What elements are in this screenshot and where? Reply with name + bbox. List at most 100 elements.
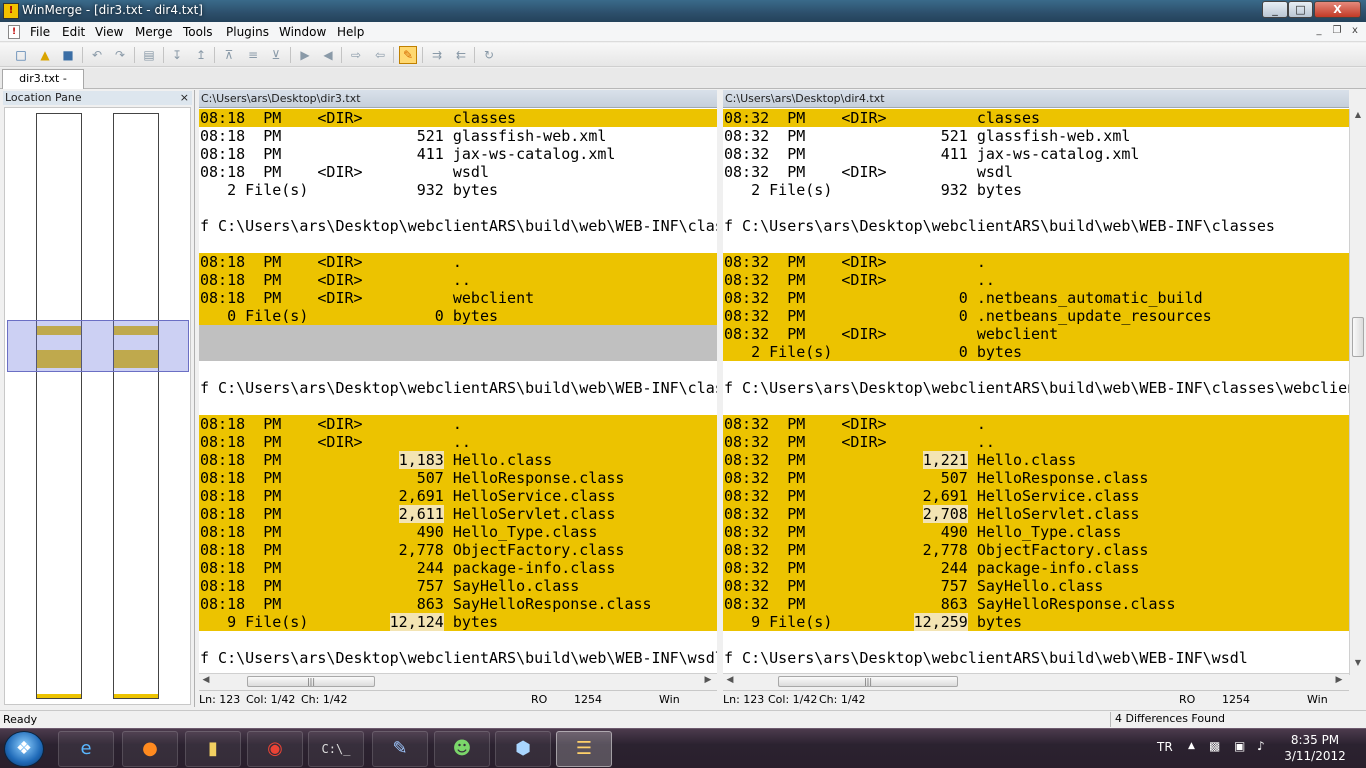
maximize-button[interactable]: □	[1288, 1, 1313, 18]
winmerge-icon[interactable]: ☰	[556, 731, 612, 767]
minimize-button[interactable]: _	[1262, 1, 1288, 18]
right-horizontal-scrollbar[interactable]: ◀ ||| ▶	[723, 673, 1349, 688]
title-bar: ! WinMerge - [dir3.txt - dir4.txt] _ □ X	[0, 0, 1366, 22]
location-viewport[interactable]	[7, 320, 189, 372]
explorer-folder-icon[interactable]: ▮	[185, 731, 241, 767]
changed-word-highlight: 1,183	[398, 451, 444, 469]
codepage-indicator: 1254	[1222, 693, 1250, 706]
open-icon[interactable]: ▲	[36, 46, 54, 64]
options-icon[interactable]: ▤	[140, 46, 158, 64]
text-line: 9 File(s) 12,259 bytes	[723, 613, 1349, 631]
menu-merge[interactable]: Merge	[131, 24, 176, 40]
new-icon[interactable]: □	[12, 46, 30, 64]
left-diff-pane: C:\Users\ars\Desktop\dir3.txt 08:18 PM <…	[199, 90, 717, 707]
show-hidden-icons-icon[interactable]: ▲	[1188, 741, 1195, 751]
vertical-scrollbar[interactable]: ▲ ▼	[1349, 109, 1365, 675]
mdi-minimize-button[interactable]: _	[1311, 25, 1327, 39]
text-line: f C:\Users\ars\Desktop\webclientARS\buil…	[724, 217, 1275, 235]
device-icon[interactable]: ▩	[1209, 739, 1220, 753]
network-icon[interactable]: ▣	[1234, 739, 1245, 753]
scroll-left-icon[interactable]: ◀	[200, 675, 212, 685]
left-text-area[interactable]: 08:18 PM <DIR> classes 08:18 PM 521 glass…	[199, 109, 717, 675]
firefox-icon[interactable]: ●	[122, 731, 178, 767]
changed-word-highlight: 2,708	[922, 505, 968, 523]
scroll-left-icon[interactable]: ◀	[724, 675, 736, 685]
tab-dir3-dir4[interactable]: dir3.txt - dir4.txt	[2, 69, 84, 103]
language-indicator[interactable]: TR	[1157, 740, 1173, 754]
start-button[interactable]: ❖	[4, 731, 44, 767]
text-line: 08:32 PM <DIR> wsdl	[724, 163, 1013, 181]
text-line: 2 File(s) 932 bytes	[200, 181, 499, 199]
scroll-right-icon[interactable]: ▶	[702, 675, 714, 685]
scroll-thumb[interactable]	[1352, 317, 1364, 357]
right-file-path: C:\Users\ars\Desktop\dir4.txt	[723, 90, 1349, 108]
people-icon[interactable]: ☻	[434, 731, 490, 767]
scroll-thumb[interactable]: |||	[247, 676, 375, 687]
location-pane: Location Pane ×	[0, 90, 195, 707]
menu-view[interactable]: View	[91, 24, 127, 40]
copy-left-advance-icon[interactable]: ⇦	[371, 46, 389, 64]
scroll-right-icon[interactable]: ▶	[1333, 675, 1345, 685]
differences-count: 4 Differences Found	[1110, 712, 1350, 727]
clock[interactable]: 8:35 PM 3/11/2012	[1280, 732, 1350, 764]
right-text-area[interactable]: 08:32 PM <DIR> classes 08:32 PM 521 glass…	[723, 109, 1349, 675]
internet-explorer-icon[interactable]: e	[58, 731, 114, 767]
char-indicator: Ch: 1/42	[301, 693, 348, 706]
right-diff-pane: C:\Users\ars\Desktop\dir4.txt 08:32 PM <…	[723, 90, 1349, 707]
options-edit-icon[interactable]: ✎	[399, 46, 417, 64]
all-left-icon[interactable]: ⇇	[452, 46, 470, 64]
volume-icon[interactable]: ♪	[1257, 739, 1265, 753]
window-title: WinMerge - [dir3.txt - dir4.txt]	[22, 3, 203, 17]
location-bar-left[interactable]	[36, 113, 82, 699]
menu-window[interactable]: Window	[275, 24, 330, 40]
location-pane-canvas[interactable]	[4, 107, 191, 705]
location-pane-header: Location Pane ×	[3, 91, 192, 105]
location-bar-right[interactable]	[113, 113, 159, 699]
scroll-up-icon[interactable]: ▲	[1352, 110, 1364, 119]
menu-plugins[interactable]: Plugins	[222, 24, 273, 40]
menu-tools[interactable]: Tools	[179, 24, 217, 40]
current-diff-icon[interactable]: ≡	[244, 46, 262, 64]
text-line: 08:32 PM 1,221 Hello.class	[723, 451, 1349, 469]
text-line: 08:18 PM 757 SayHello.class	[199, 577, 717, 595]
document-icon[interactable]: !	[8, 25, 20, 39]
app-icon[interactable]: ✎	[372, 731, 428, 767]
line-indicator: Ln: 123	[199, 693, 241, 706]
prev-diff-icon[interactable]: ↥	[192, 46, 210, 64]
left-horizontal-scrollbar[interactable]: ◀ ||| ▶	[199, 673, 717, 688]
copy-right-advance-icon[interactable]: ⇨	[347, 46, 365, 64]
refresh-icon[interactable]: ↻	[480, 46, 498, 64]
changed-word-highlight: 12,124	[389, 613, 444, 631]
mdi-restore-button[interactable]: ❐	[1329, 25, 1345, 39]
undo-icon[interactable]: ↶	[88, 46, 106, 64]
virtualbox-icon[interactable]: ⬢	[495, 731, 551, 767]
menu-help[interactable]: Help	[333, 24, 368, 40]
menu-file[interactable]: File	[26, 24, 54, 40]
left-status-bar: Ln: 123 Col: 1/42 Ch: 1/42 RO 1254 Win	[199, 690, 717, 707]
right-status-bar: Ln: 123 Col: 1/42 Ch: 1/42 RO 1254 Win	[723, 690, 1349, 707]
winmerge-app-icon[interactable]: !	[3, 3, 19, 19]
text-line: 08:32 PM 2,778 ObjectFactory.class	[723, 541, 1349, 559]
scroll-thumb[interactable]: |||	[778, 676, 958, 687]
copy-left-icon[interactable]: ◀	[319, 46, 337, 64]
close-button[interactable]: X	[1314, 1, 1361, 18]
redo-icon[interactable]: ↷	[111, 46, 129, 64]
mdi-close-button[interactable]: x	[1347, 25, 1363, 39]
copy-right-icon[interactable]: ▶	[296, 46, 314, 64]
chrome-icon[interactable]: ◉	[247, 731, 303, 767]
text-line: 08:32 PM <DIR> .	[723, 253, 1349, 271]
last-diff-icon[interactable]: ⊻	[267, 46, 285, 64]
text-line: 08:32 PM 0 .netbeans_update_resources	[723, 307, 1349, 325]
close-icon[interactable]: ×	[180, 91, 189, 105]
text-line: 08:32 PM <DIR> webclient	[723, 325, 1349, 343]
save-icon[interactable]: ■	[59, 46, 77, 64]
text-line: f C:\Users\ars\Desktop\webclientARS\buil…	[724, 649, 1248, 667]
text-line: 08:18 PM 521 glassfish-web.xml	[200, 127, 607, 145]
cmd-icon[interactable]: C:\_	[308, 731, 364, 767]
scroll-down-icon[interactable]: ▼	[1352, 658, 1364, 667]
first-diff-icon[interactable]: ⊼	[220, 46, 238, 64]
menu-edit[interactable]: Edit	[58, 24, 89, 40]
all-right-icon[interactable]: ⇉	[428, 46, 446, 64]
text-line: f C:\Users\ars\Desktop\webclientARS\buil…	[200, 649, 717, 667]
next-diff-icon[interactable]: ↧	[168, 46, 186, 64]
